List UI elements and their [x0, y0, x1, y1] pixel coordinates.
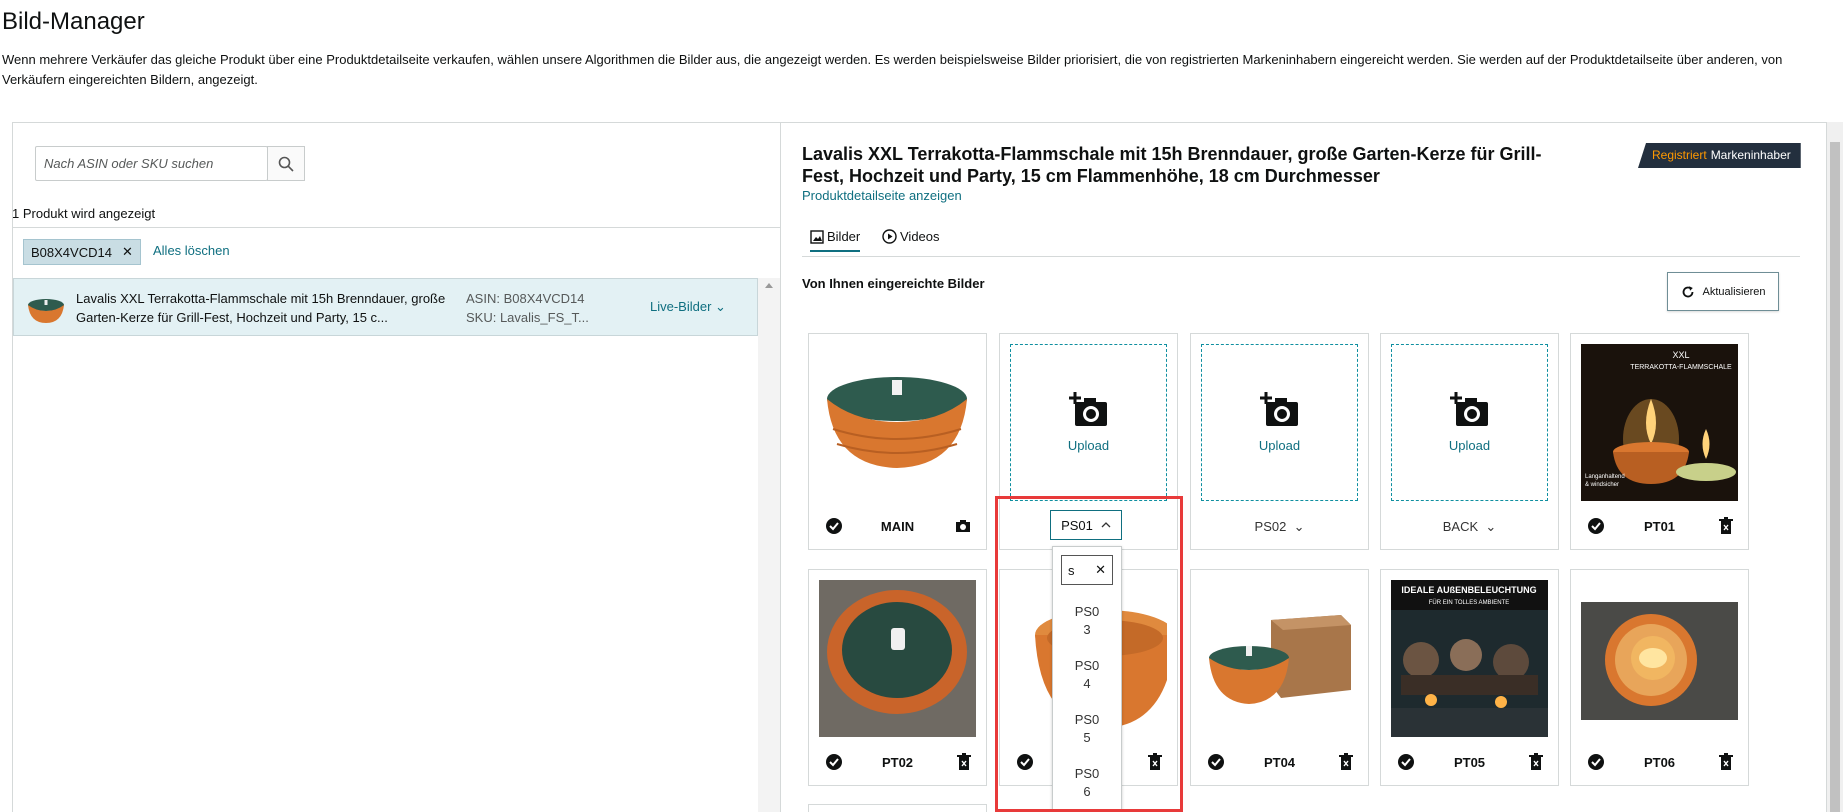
product-image: IDEALE AUßENBELEUCHTUNG FÜR EIN TOLLES A… [1391, 580, 1548, 737]
product-image [819, 580, 976, 737]
chevron-down-icon: ⌄ [1478, 519, 1497, 534]
close-icon[interactable]: ✕ [122, 244, 133, 260]
image-caption: IDEALE AUßENBELEUCHTUNG [1401, 585, 1536, 595]
image-icon [810, 229, 824, 244]
image-caption: FÜR EIN TOLLES AMBIENTE [1429, 599, 1509, 606]
upload-area[interactable]: Upload [1201, 344, 1358, 501]
trash-icon[interactable] [1528, 753, 1544, 771]
image-slot-partial[interactable] [808, 804, 987, 812]
slot-select[interactable]: PS02 ⌄ [1191, 519, 1368, 535]
play-icon [882, 229, 897, 244]
live-images-dropdown[interactable]: Live-Bilder ⌄ [650, 299, 726, 315]
trash-icon[interactable] [1718, 517, 1734, 535]
image-slot-back[interactable]: Upload BACK ⌄ [1380, 333, 1559, 550]
add-camera-icon [1449, 392, 1488, 426]
page-description: Wenn mehrere Verkäufer das gleiche Produ… [2, 52, 1783, 87]
upload-area[interactable]: Upload [1010, 344, 1167, 501]
image-caption: & windsicher [1585, 482, 1619, 488]
section-title: Von Ihnen eingereichte Bilder [802, 276, 985, 291]
result-count: 1 Produkt wird angezeigt [12, 204, 780, 228]
tab-images[interactable]: Bilder [810, 229, 861, 252]
page-title: Bild-Manager [2, 8, 145, 35]
product-image [819, 344, 976, 501]
upload-area[interactable]: Upload [1391, 344, 1548, 501]
product-title: Lavalis XXL Terrakotta-Flammschale mit 1… [802, 144, 1542, 186]
image-caption: XXL [1672, 350, 1689, 360]
image-caption: TERRAKOTTA-FLAMMSCHALE [1630, 364, 1732, 371]
refresh-button[interactable]: Aktualisieren [1667, 272, 1779, 311]
trash-icon[interactable] [1718, 753, 1734, 771]
product-detail-link[interactable]: Produktdetailseite anzeigen [802, 188, 962, 203]
image-slot-pt02[interactable]: PT02 [808, 569, 987, 786]
list-scrollbar[interactable] [758, 278, 780, 812]
image-slot-pt04[interactable]: PT04 [1190, 569, 1369, 786]
product-thumbnail [28, 299, 64, 323]
highlight-box [995, 496, 1183, 812]
tab-videos[interactable]: Videos [882, 229, 940, 244]
image-slot-pt05[interactable]: IDEALE AUßENBELEUCHTUNG FÜR EIN TOLLES A… [1380, 569, 1559, 786]
search-button[interactable] [267, 146, 305, 181]
brand-owner-badge: Registriert Markeninhaber [1638, 143, 1801, 168]
product-image [1201, 580, 1358, 737]
trash-icon[interactable] [1338, 753, 1354, 771]
product-image: XXL TERRAKOTTA-FLAMMSCHALE Langanhaltend… [1581, 344, 1738, 501]
refresh-icon [1682, 285, 1693, 297]
trash-icon[interactable] [956, 753, 972, 771]
media-tabs: Bilder Videos [802, 221, 1800, 257]
list-item[interactable]: Lavalis XXL Terrakotta-Flammschale mit 1… [13, 278, 758, 336]
filter-chip[interactable]: B08X4VCD14 ✕ [23, 239, 141, 265]
image-slot-main[interactable]: MAIN [808, 333, 987, 550]
slot-select[interactable]: BACK ⌄ [1381, 519, 1558, 535]
camera-icon[interactable] [954, 517, 972, 535]
add-camera-icon [1068, 392, 1107, 426]
badge-registered: Registriert [1652, 148, 1707, 162]
product-asin: ASIN: B08X4VCD14 [466, 291, 585, 306]
scrollbar-thumb[interactable] [1830, 142, 1840, 812]
image-caption: Langanhaltend [1585, 474, 1625, 480]
product-sku: SKU: Lavalis_FS_T... [466, 310, 589, 325]
page-scrollbar[interactable] [1827, 122, 1843, 812]
search-icon [278, 156, 294, 172]
image-slot-ps02[interactable]: Upload PS02 ⌄ [1190, 333, 1369, 550]
scroll-up-icon[interactable] [758, 278, 780, 294]
search-input[interactable]: Nach ASIN oder SKU suchen [35, 146, 268, 181]
product-meta: ASIN: B08X4VCD14 SKU: Lavalis_FS_T... [466, 289, 589, 327]
chevron-down-icon: ⌄ [715, 299, 726, 314]
add-camera-icon [1259, 392, 1298, 426]
image-slot-pt06[interactable]: PT06 [1570, 569, 1749, 786]
image-slot-pt01[interactable]: XXL TERRAKOTTA-FLAMMSCHALE Langanhaltend… [1570, 333, 1749, 550]
product-name: Lavalis XXL Terrakotta-Flammschale mit 1… [76, 291, 446, 325]
clear-all-link[interactable]: Alles löschen [153, 243, 230, 258]
product-image [1581, 580, 1738, 737]
filter-chip-label: B08X4VCD14 [31, 244, 112, 260]
badge-brand: Markeninhaber [1710, 148, 1791, 162]
chevron-down-icon: ⌄ [1286, 519, 1305, 534]
